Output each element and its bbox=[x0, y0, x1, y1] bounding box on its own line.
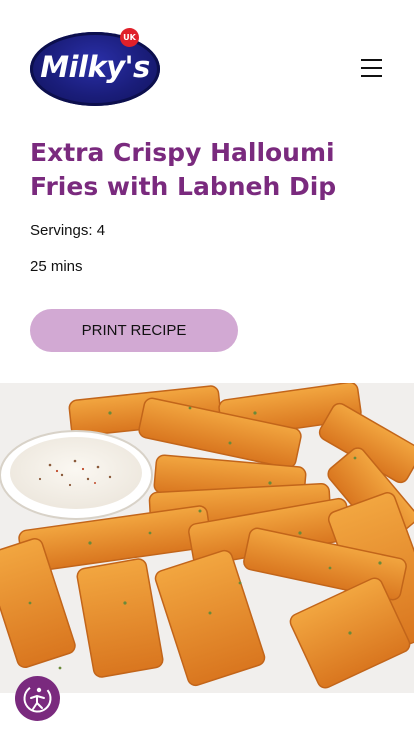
cook-time-text: 25 mins bbox=[30, 258, 83, 275]
accessibility-icon bbox=[23, 684, 52, 713]
logo-uk-badge: UK bbox=[120, 28, 139, 47]
halloumi-fries-illustration bbox=[0, 383, 414, 693]
recipe-hero-image bbox=[0, 383, 414, 693]
site-header: Milky's UK bbox=[0, 0, 414, 120]
print-recipe-button[interactable]: PRINT RECIPE bbox=[30, 309, 238, 352]
recipe-title: Extra Crispy Halloumi Fries with Labneh … bbox=[30, 138, 337, 201]
accessibility-button[interactable] bbox=[15, 676, 60, 721]
milkys-logo[interactable]: Milky's UK bbox=[30, 28, 160, 106]
servings-text: Servings: 4 bbox=[30, 222, 106, 239]
logo-wordmark: Milky's bbox=[40, 50, 150, 84]
menu-button[interactable] bbox=[359, 55, 385, 81]
